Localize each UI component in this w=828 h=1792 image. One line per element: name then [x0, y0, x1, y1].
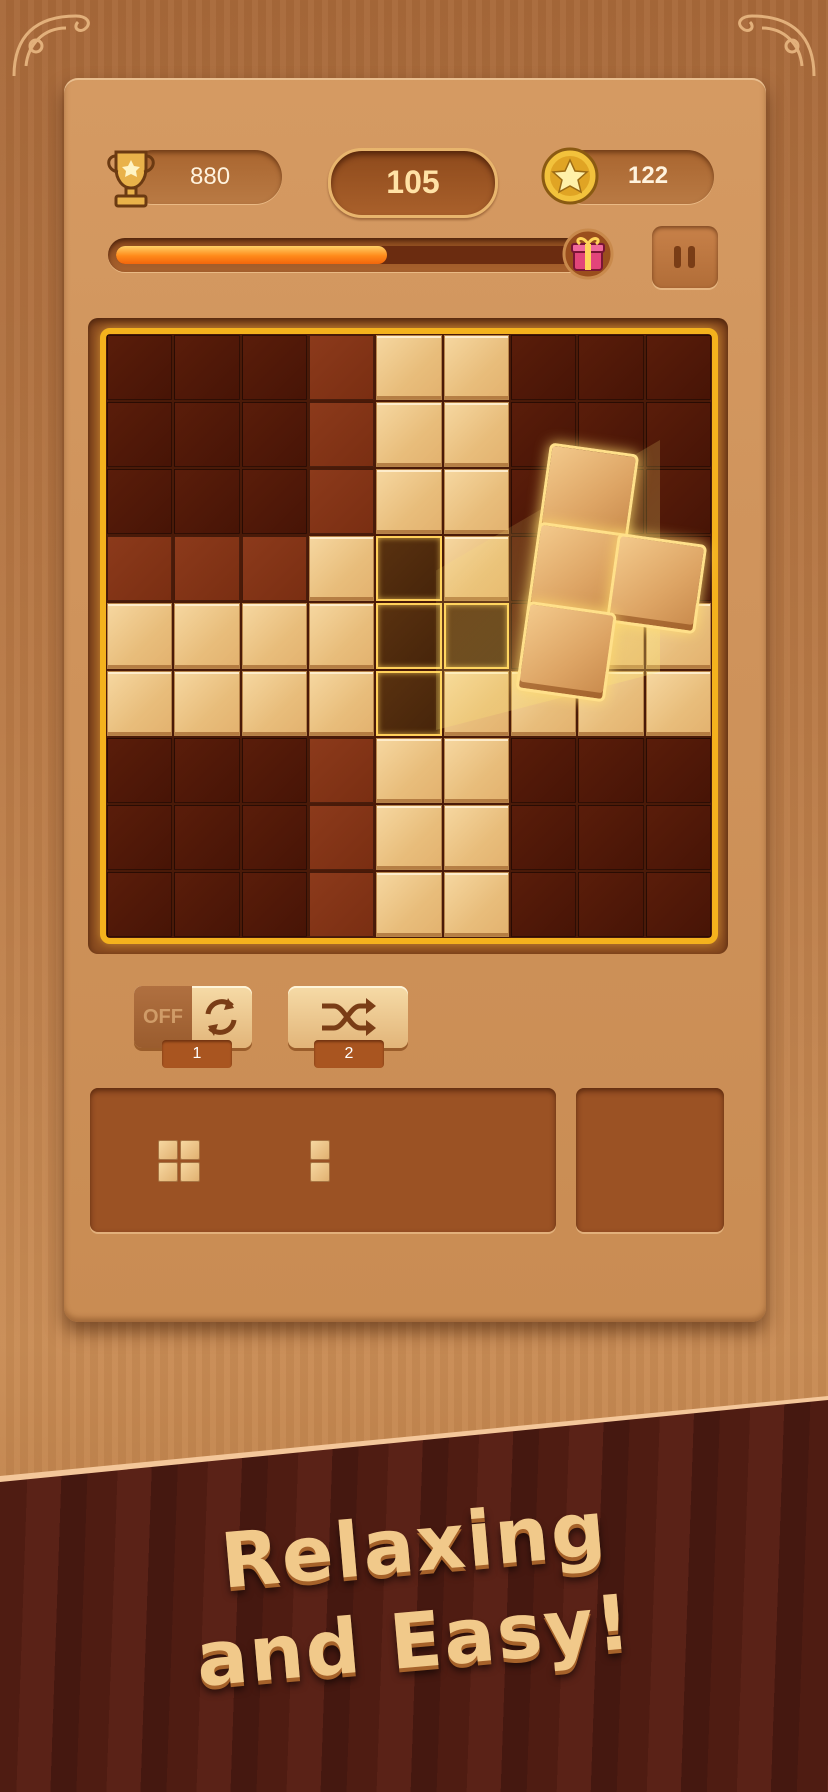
board-cell[interactable]	[241, 335, 307, 401]
board-cell[interactable]	[443, 536, 509, 602]
shuffle-button[interactable]	[288, 986, 408, 1048]
board-cell[interactable]	[174, 536, 240, 602]
board-cell[interactable]	[309, 871, 375, 937]
board-cell[interactable]	[511, 335, 577, 401]
board-cell[interactable]	[241, 737, 307, 803]
board-cell[interactable]	[241, 670, 307, 736]
board-cell[interactable]	[309, 603, 375, 669]
board-cell[interactable]	[376, 871, 442, 937]
board-cell[interactable]	[174, 804, 240, 870]
board-cell[interactable]	[376, 670, 442, 736]
board-cell[interactable]	[241, 871, 307, 937]
board-cell[interactable]	[443, 871, 509, 937]
current-score-value: 105	[386, 164, 440, 200]
board-cell[interactable]	[174, 670, 240, 736]
rotate-toggle-state: OFF	[134, 986, 192, 1048]
best-score-value: 880	[190, 163, 231, 190]
board-cell[interactable]	[309, 335, 375, 401]
board-cell[interactable]	[107, 670, 173, 736]
star-coin-icon	[541, 147, 599, 205]
board-cell[interactable]	[645, 804, 711, 870]
board-cell[interactable]	[174, 603, 240, 669]
piece-tray[interactable]	[90, 1088, 556, 1232]
rotate-icon	[205, 998, 237, 1036]
board-cell[interactable]	[107, 469, 173, 535]
board-cell[interactable]	[645, 335, 711, 401]
board-cell[interactable]	[443, 335, 509, 401]
tray-piece-vertical[interactable]	[310, 1140, 332, 1184]
board-cell[interactable]	[376, 335, 442, 401]
board-cell[interactable]	[645, 871, 711, 937]
board-cell[interactable]	[107, 603, 173, 669]
shuffle-count-badge: 2	[314, 1040, 384, 1068]
board-cell[interactable]	[309, 536, 375, 602]
board-cell[interactable]	[511, 871, 577, 937]
board-cell[interactable]	[241, 469, 307, 535]
pause-icon	[674, 246, 681, 268]
board-cell[interactable]	[309, 804, 375, 870]
board-cell[interactable]	[376, 737, 442, 803]
board-cell[interactable]	[443, 804, 509, 870]
tray-piece-square[interactable]	[158, 1140, 202, 1184]
board-cell[interactable]	[376, 469, 442, 535]
piece-slot[interactable]	[576, 1088, 724, 1232]
board-cell[interactable]	[578, 871, 644, 937]
board-cell[interactable]	[174, 737, 240, 803]
level-progress	[108, 238, 608, 272]
board-cell[interactable]	[645, 737, 711, 803]
board-cell[interactable]	[241, 603, 307, 669]
board-cell[interactable]	[578, 737, 644, 803]
board-cell[interactable]	[309, 402, 375, 468]
board-cell[interactable]	[107, 335, 173, 401]
trophy-icon	[107, 150, 155, 208]
board-cell[interactable]	[511, 737, 577, 803]
rotate-count-badge: 1	[162, 1040, 232, 1068]
board-cell[interactable]	[107, 871, 173, 937]
board-cell[interactable]	[309, 670, 375, 736]
current-score: 105	[328, 148, 498, 218]
board-cell[interactable]	[309, 469, 375, 535]
board-cell[interactable]	[174, 871, 240, 937]
board-cell[interactable]	[443, 402, 509, 468]
board-cell[interactable]	[174, 335, 240, 401]
board-cell[interactable]	[376, 536, 442, 602]
board-cell[interactable]	[443, 737, 509, 803]
piece-block	[605, 532, 708, 635]
board-cell[interactable]	[309, 737, 375, 803]
board-cell[interactable]	[174, 402, 240, 468]
dragged-piece[interactable]	[494, 439, 727, 714]
ornament-icon	[12, 14, 90, 77]
board-cell[interactable]	[578, 335, 644, 401]
ornament-icon	[738, 14, 816, 77]
progress-fill	[116, 246, 388, 264]
board-cell[interactable]	[511, 804, 577, 870]
board-cell[interactable]	[241, 536, 307, 602]
shuffle-icon	[322, 998, 376, 1036]
rotate-button[interactable]: OFF	[134, 986, 252, 1048]
pause-button[interactable]	[652, 226, 718, 288]
board-cell[interactable]	[241, 402, 307, 468]
board-cell[interactable]	[107, 737, 173, 803]
board-cell[interactable]	[107, 402, 173, 468]
gift-icon[interactable]	[562, 228, 614, 280]
board-cell[interactable]	[376, 603, 442, 669]
board-cell[interactable]	[376, 804, 442, 870]
board-cell[interactable]	[107, 536, 173, 602]
board-cell[interactable]	[174, 469, 240, 535]
board-cell[interactable]	[241, 804, 307, 870]
board-cell[interactable]	[376, 402, 442, 468]
coin-balance-value: 122	[628, 162, 669, 189]
board-cell[interactable]	[443, 469, 509, 535]
board-cell[interactable]	[107, 804, 173, 870]
piece-block	[515, 600, 618, 703]
board-cell[interactable]	[578, 804, 644, 870]
